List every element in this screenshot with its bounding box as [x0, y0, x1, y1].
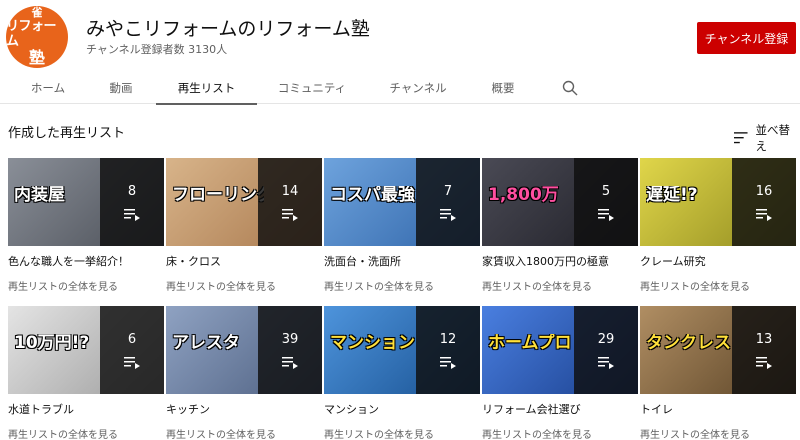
thumbnail-caption: 内装屋 — [14, 186, 65, 205]
playlist-thumbnail[interactable]: 内装屋 8 — [8, 158, 164, 246]
video-count: 7 — [443, 183, 453, 199]
thumbnail-caption: 10万円!? — [14, 334, 90, 353]
section-title: 作成した再生リスト — [8, 126, 126, 141]
playlist-title[interactable]: 床・クロス — [166, 253, 322, 269]
playlist-thumbnail[interactable]: アレスタ 39 — [166, 306, 322, 394]
view-full-playlist-link[interactable]: 再生リストの全体を見る — [8, 278, 164, 293]
playlist-overlay: 16 — [732, 158, 796, 246]
playlist-card[interactable]: 10万円!? 6 水道トラブル 再生リストの全体を見る — [8, 306, 164, 440]
playlist-thumbnail[interactable]: マンション 12 — [324, 306, 480, 394]
video-count: 14 — [281, 183, 299, 199]
playlist-card[interactable]: コスパ最強 7 洗面台・洗面所 再生リストの全体を見る — [324, 158, 480, 293]
thumbnail-caption: マンション — [330, 334, 415, 353]
playlist-icon — [282, 356, 298, 369]
playlist-overlay: 13 — [732, 306, 796, 394]
view-full-playlist-link[interactable]: 再生リストの全体を見る — [324, 278, 480, 293]
video-count: 16 — [755, 183, 773, 199]
thumbnail-caption: フローリング — [172, 186, 264, 205]
channel-header: 雀 リフォーム 塾 みやこリフォームのリフォーム塾 チャンネル登録者数 3130… — [0, 0, 800, 72]
avatar-logo-top: 雀 — [31, 6, 43, 19]
view-full-playlist-link[interactable]: 再生リストの全体を見る — [324, 426, 480, 440]
playlist-overlay: 5 — [574, 158, 638, 246]
playlist-thumbnail[interactable]: 1,800万 5 — [482, 158, 638, 246]
video-count: 6 — [127, 331, 137, 347]
playlist-title[interactable]: キッチン — [166, 401, 322, 417]
thumbnail-caption: 1,800万 — [488, 186, 559, 205]
view-full-playlist-link[interactable]: 再生リストの全体を見る — [482, 426, 638, 440]
playlist-card[interactable]: 遅延!? 16 クレーム研究 再生リストの全体を見る — [640, 158, 796, 293]
playlist-overlay: 39 — [258, 306, 322, 394]
channel-avatar[interactable]: 雀 リフォーム 塾 — [6, 6, 68, 68]
thumbnail-caption: 遅延!? — [646, 186, 698, 205]
video-count: 8 — [127, 183, 137, 199]
thumbnail-caption: ホームプロ — [488, 334, 572, 353]
playlist-title[interactable]: リフォーム会社選び — [482, 401, 638, 417]
thumbnail-caption: アレスタ — [172, 334, 240, 353]
playlist-icon — [598, 208, 614, 221]
view-full-playlist-link[interactable]: 再生リストの全体を見る — [640, 278, 796, 293]
view-full-playlist-link[interactable]: 再生リストの全体を見る — [166, 278, 322, 293]
channel-tabs: ホーム 動画 再生リスト コミュニティ チャンネル 概要 — [0, 72, 800, 105]
playlist-overlay: 14 — [258, 158, 322, 246]
playlist-card[interactable]: 1,800万 5 家賃収入1800万円の極意 再生リストの全体を見る — [482, 158, 638, 293]
playlist-icon — [124, 356, 140, 369]
tab-channels[interactable]: チャンネル — [370, 72, 466, 104]
tab-community[interactable]: コミュニティ — [264, 72, 360, 104]
video-count: 39 — [281, 331, 299, 347]
view-full-playlist-link[interactable]: 再生リストの全体を見る — [8, 426, 164, 440]
thumbnail-caption: コスパ最強 — [330, 186, 415, 205]
playlist-card[interactable]: 内装屋 8 色んな職人を一挙紹介！ 再生リストの全体を見る — [8, 158, 164, 293]
playlist-title[interactable]: クレーム研究 — [640, 253, 796, 269]
playlist-icon — [598, 356, 614, 369]
playlist-card[interactable]: マンション 12 マンション 再生リストの全体を見る — [324, 306, 480, 440]
playlist-card[interactable]: ホームプロ 29 リフォーム会社選び 再生リストの全体を見る — [482, 306, 638, 440]
playlist-overlay: 8 — [100, 158, 164, 246]
playlist-icon — [282, 208, 298, 221]
playlist-title[interactable]: 色んな職人を一挙紹介！ — [8, 253, 164, 269]
playlist-thumbnail[interactable]: 遅延!? 16 — [640, 158, 796, 246]
tab-playlists[interactable]: 再生リスト — [156, 72, 257, 105]
playlist-thumbnail[interactable]: フローリング 14 — [166, 158, 322, 246]
channel-name: みやこリフォームのリフォーム塾 — [86, 18, 370, 40]
playlist-thumbnail[interactable]: ホームプロ 29 — [482, 306, 638, 394]
playlist-icon — [756, 208, 772, 221]
thumbnail-caption: タンクレス — [646, 334, 731, 353]
playlist-icon — [440, 356, 456, 369]
sort-button[interactable]: 並べ替え — [734, 122, 800, 154]
sort-label: 並べ替え — [755, 123, 791, 153]
playlist-overlay: 29 — [574, 306, 638, 394]
playlist-title[interactable]: 洗面台・洗面所 — [324, 253, 480, 269]
tab-about[interactable]: 概要 — [470, 72, 536, 104]
playlist-thumbnail[interactable]: タンクレス 13 — [640, 306, 796, 394]
avatar-logo-middle: リフォーム — [6, 19, 57, 49]
search-icon[interactable] — [562, 80, 578, 96]
playlist-overlay: 6 — [100, 306, 164, 394]
playlist-overlay: 7 — [416, 158, 480, 246]
playlist-icon — [124, 208, 140, 221]
tab-videos[interactable]: 動画 — [76, 72, 166, 104]
playlist-overlay: 12 — [416, 306, 480, 394]
playlist-card[interactable]: タンクレス 13 トイレ 再生リストの全体を見る — [640, 306, 796, 440]
subscribe-button[interactable]: チャンネル登録 — [697, 22, 796, 54]
playlist-icon — [756, 356, 772, 369]
playlist-card[interactable]: アレスタ 39 キッチン 再生リストの全体を見る — [166, 306, 322, 440]
playlist-title[interactable]: 家賃収入1800万円の極意 — [482, 253, 638, 269]
avatar-logo-bottom: 塾 — [28, 48, 45, 67]
video-count: 12 — [439, 331, 457, 347]
video-count: 29 — [597, 331, 615, 347]
view-full-playlist-link[interactable]: 再生リストの全体を見る — [640, 426, 796, 440]
playlist-title[interactable]: トイレ — [640, 401, 796, 417]
playlist-thumbnail[interactable]: コスパ最強 7 — [324, 158, 480, 246]
playlist-icon — [440, 208, 456, 221]
view-full-playlist-link[interactable]: 再生リストの全体を見る — [482, 278, 638, 293]
video-count: 5 — [601, 183, 611, 199]
sort-icon — [734, 132, 748, 144]
video-count: 13 — [755, 331, 773, 347]
playlist-title[interactable]: マンション — [324, 401, 480, 417]
playlist-thumbnail[interactable]: 10万円!? 6 — [8, 306, 164, 394]
playlist-title[interactable]: 水道トラブル — [8, 401, 164, 417]
playlist-card[interactable]: フローリング 14 床・クロス 再生リストの全体を見る — [166, 158, 322, 293]
subscriber-count: チャンネル登録者数 3130人 — [86, 43, 228, 56]
view-full-playlist-link[interactable]: 再生リストの全体を見る — [166, 426, 322, 440]
